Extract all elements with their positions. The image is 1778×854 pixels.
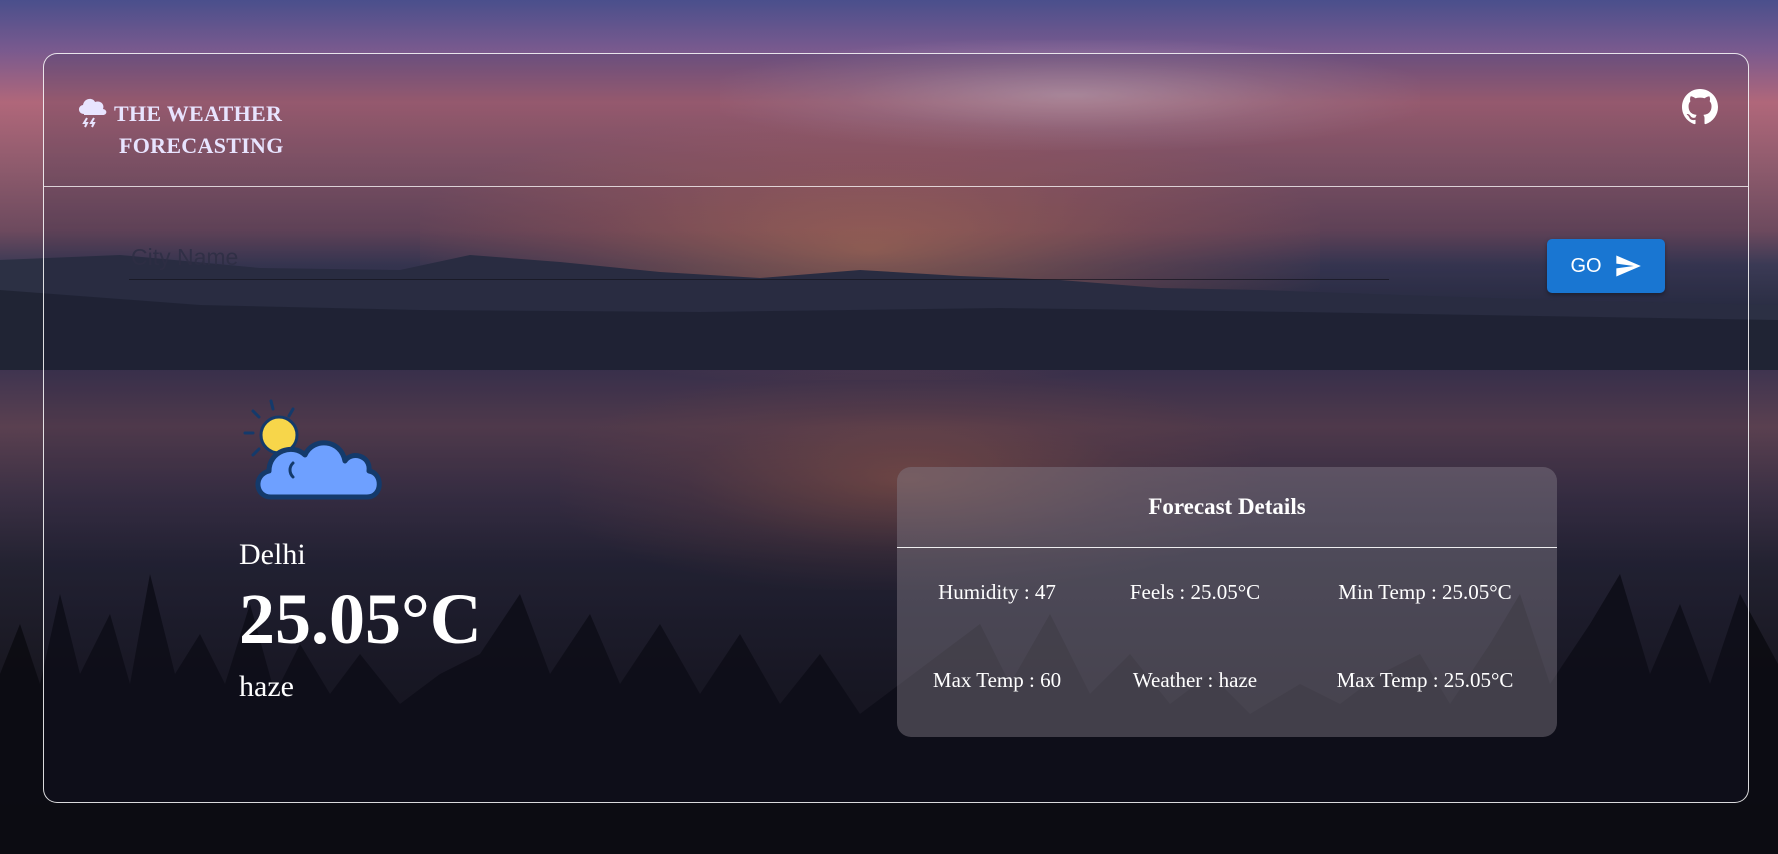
city-search-input[interactable] xyxy=(129,236,1389,280)
forecast-details-panel: Forecast Details Humidity : 47 Feels : 2… xyxy=(897,467,1557,737)
app-title-line1: THE WEATHER xyxy=(114,101,283,126)
weather-card: THE WEATHER FORECASTING GO Del xyxy=(43,53,1749,803)
partly-cloudy-icon xyxy=(243,399,382,500)
detail-max-temp-2: Max Temp : 25.05°C xyxy=(1336,667,1514,692)
weather-description: haze xyxy=(239,670,294,703)
app-header: THE WEATHER FORECASTING xyxy=(44,54,1748,187)
city-name: Delhi xyxy=(239,538,306,571)
detail-min-temp: Min Temp : 25.05°C xyxy=(1338,579,1512,604)
go-button[interactable]: GO xyxy=(1547,239,1665,293)
github-icon[interactable] xyxy=(1682,89,1718,125)
cloud-storm-icon xyxy=(78,98,107,128)
app-title-line2: FORECASTING xyxy=(119,133,284,158)
forecast-details-grid: Humidity : 47 Feels : 25.05°C Min Temp :… xyxy=(897,548,1557,724)
send-icon xyxy=(1615,255,1641,277)
app-title: THE WEATHER FORECASTING xyxy=(114,98,284,162)
forecast-details-title: Forecast Details xyxy=(897,467,1557,548)
go-button-label: GO xyxy=(1570,254,1602,277)
current-temperature: 25.05°C xyxy=(239,579,482,659)
detail-humidity: Humidity : 47 xyxy=(938,579,1056,604)
detail-weather: Weather : haze xyxy=(1132,667,1258,692)
detail-max-temp: Max Temp : 60 xyxy=(932,667,1062,692)
brand: THE WEATHER FORECASTING xyxy=(76,92,284,162)
current-weather: Delhi 25.05°C haze xyxy=(239,399,482,705)
detail-feels: Feels : 25.05°C xyxy=(1129,579,1261,604)
